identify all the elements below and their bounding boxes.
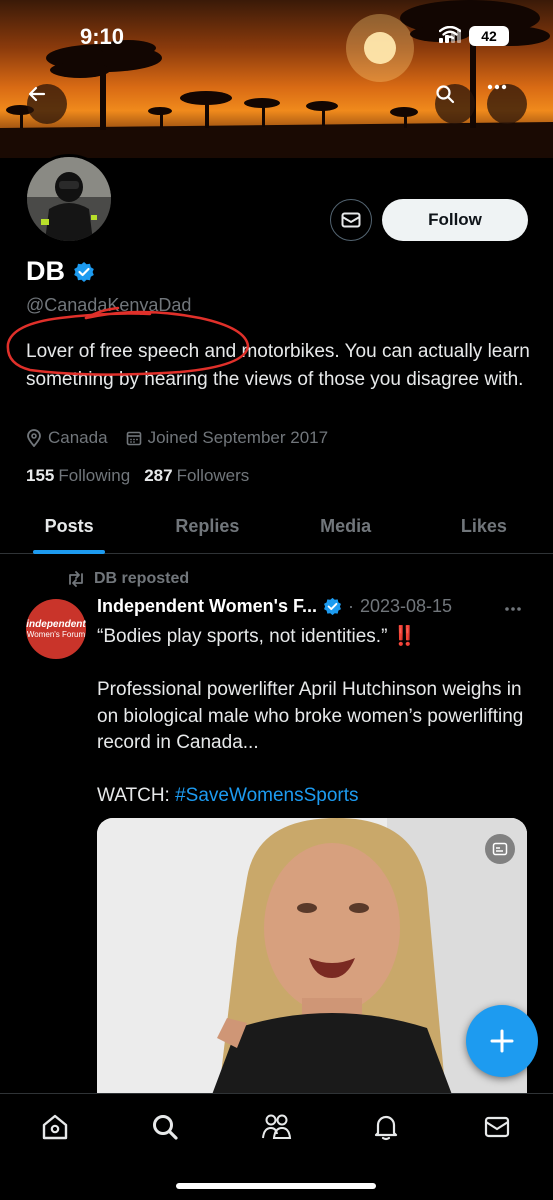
tab-posts[interactable]: Posts [0, 500, 138, 553]
following-count: 155 [26, 466, 55, 485]
avatar-logo-line2: Women's Forum [26, 630, 86, 639]
video-thumbnail [97, 818, 527, 1108]
nav-communities[interactable] [259, 1110, 293, 1144]
post-author-name[interactable]: Independent Women's F... [97, 596, 317, 617]
search-icon [153, 1115, 178, 1140]
search-icon [436, 85, 455, 104]
profile-avatar[interactable] [24, 154, 114, 244]
media-badge[interactable] [485, 834, 515, 864]
location-pin-icon [27, 429, 41, 447]
post-more-button[interactable] [504, 596, 522, 617]
nav-home[interactable] [38, 1110, 72, 1144]
tab-media[interactable]: Media [277, 500, 415, 553]
search-button[interactable] [435, 84, 475, 124]
post-body: Professional powerlifter April Hutchinso… [97, 679, 524, 753]
double-exclamation-icon: ‼️ [392, 626, 417, 647]
following-link[interactable]: 155 Following [26, 466, 130, 486]
home-icon [42, 1114, 68, 1140]
location-text: Canada [48, 428, 108, 447]
post-watch-line: WATCH: #SaveWomensSports [97, 783, 527, 810]
joined-text: Joined September 2017 [147, 428, 329, 447]
post-author-avatar[interactable]: independent Women's Forum [26, 599, 86, 659]
profile-banner: 9:10 42 [0, 0, 553, 158]
post-quote-line: “Bodies play sports, not identities.” ‼️ [97, 624, 527, 651]
avatar-photo [27, 157, 111, 241]
profile-name-row: DB [26, 256, 95, 287]
follow-counts: 155 Following 287 Followers [26, 466, 249, 486]
followers-label: Followers [176, 466, 250, 485]
annotation-circle [6, 306, 250, 376]
back-button[interactable] [27, 84, 67, 124]
calendar-icon [126, 431, 141, 446]
repost-indicator: DB reposted [66, 570, 189, 588]
following-label: Following [58, 466, 131, 485]
more-icon [505, 607, 521, 611]
verified-badge-icon [324, 597, 341, 616]
post-header: Independent Women's F... · 2023-08-15 [97, 596, 452, 617]
plus-icon [490, 1029, 514, 1053]
profile-joined: Joined September 2017 [126, 428, 329, 448]
communities-icon [262, 1114, 292, 1139]
repost-icon [69, 571, 83, 587]
profile-meta: Canada Joined September 2017 [26, 428, 328, 448]
verified-badge-icon[interactable] [73, 261, 95, 283]
post-hashtag[interactable]: #SaveWomensSports [175, 785, 358, 806]
more-button[interactable] [487, 84, 527, 124]
message-button[interactable] [330, 199, 372, 241]
followers-count: 287 [144, 466, 173, 485]
compose-button[interactable] [466, 1005, 538, 1077]
profile-name: DB [26, 256, 65, 286]
arrow-left-icon [28, 86, 46, 102]
post-date-separator: · [347, 596, 354, 616]
nav-messages[interactable] [480, 1110, 514, 1144]
nav-notifications[interactable] [369, 1110, 403, 1144]
post-date[interactable]: 2023-08-15 [360, 596, 452, 617]
battery-indicator: 42 [469, 26, 509, 46]
post-text: “Bodies play sports, not identities.” ‼️… [97, 624, 527, 810]
avatar-logo-line1: independent [26, 619, 86, 630]
notifications-icon [374, 1115, 398, 1141]
repost-label: DB reposted [94, 570, 190, 587]
post-video[interactable] [97, 818, 527, 1108]
profile-tabs: Posts Replies Media Likes [0, 500, 553, 554]
messages-icon [484, 1116, 510, 1138]
tab-likes[interactable]: Likes [415, 500, 553, 553]
home-indicator [176, 1183, 376, 1189]
status-icons: 42 [439, 26, 509, 46]
status-time: 9:10 [80, 24, 125, 49]
more-icon [487, 84, 507, 90]
wifi-icon [439, 26, 461, 40]
followers-link[interactable]: 287 Followers [144, 466, 249, 486]
mail-icon [341, 212, 361, 228]
nav-search[interactable] [148, 1110, 182, 1144]
profile-location: Canada [26, 428, 108, 448]
watch-label: WATCH: [97, 785, 170, 806]
post-quote: “Bodies play sports, not identities.” [97, 626, 388, 647]
tab-replies[interactable]: Replies [138, 500, 276, 553]
caption-icon [492, 842, 508, 856]
follow-button[interactable]: Follow [382, 199, 528, 241]
